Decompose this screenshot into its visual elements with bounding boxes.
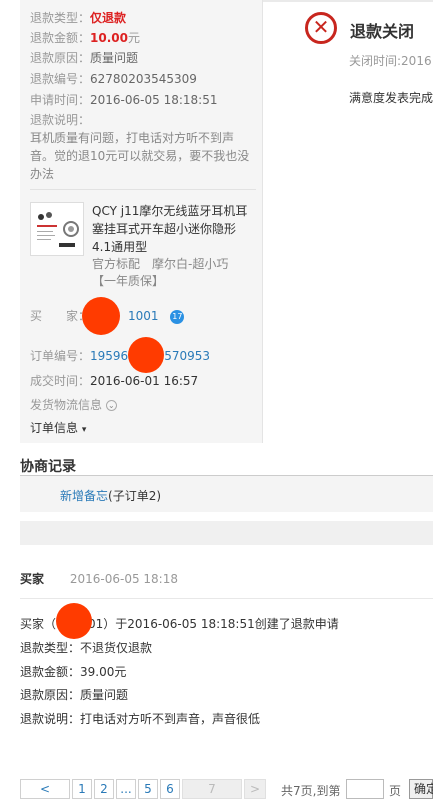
refund-number-value: 62780203545309 bbox=[90, 72, 197, 86]
product-thumbnail[interactable] bbox=[30, 202, 84, 256]
order-info-toggle[interactable]: 订单信息 ▾ bbox=[30, 419, 86, 436]
record-time: 2016-06-05 18:18 bbox=[69, 572, 178, 586]
refund-amount-row: 退款金额：10.00元 bbox=[30, 29, 140, 46]
note-box: 新增备忘(子订单2) bbox=[20, 476, 433, 512]
page-button[interactable]: 1 bbox=[72, 779, 92, 799]
redaction-mark bbox=[82, 297, 120, 335]
note-suffix: (子订单2) bbox=[108, 489, 162, 503]
deal-time-row: 成交时间：2016-06-01 16:57 bbox=[30, 372, 198, 389]
page-ellipsis: ... bbox=[116, 779, 136, 799]
refund-type-label: 退款类型： bbox=[30, 11, 91, 25]
chat-icon[interactable]: 17 bbox=[170, 309, 185, 324]
record-author: 买家 bbox=[20, 572, 45, 586]
refund-status-title: 退款关闭 bbox=[350, 22, 415, 41]
record-line: 退款类型：不退货仅退款 bbox=[20, 641, 153, 655]
refund-amount-unit: 元 bbox=[127, 31, 140, 45]
refund-info-panel: 退款类型：仅退款 退款金额：10.00元 退款原因：质量问题 退款编号：6278… bbox=[20, 0, 263, 443]
product-title-link[interactable]: QCY j11摩尔无线蓝牙耳机耳塞挂耳式开车超小迷你隐形4.1通用型 bbox=[92, 202, 252, 256]
refund-reason-row: 退款原因：质量问题 bbox=[30, 49, 138, 66]
total-pages-text: 共7页,到第 bbox=[281, 784, 341, 798]
product-spec: 官方标配 摩尔白-超小巧【一年质保】 bbox=[92, 257, 229, 288]
apply-time-value: 2016-06-05 18:18:51 bbox=[90, 93, 218, 107]
refund-amount-value: 10.00 bbox=[90, 31, 128, 45]
deal-time-value: 2016-06-01 16:57 bbox=[90, 374, 199, 388]
buyer-label: 买 家： bbox=[30, 309, 91, 323]
page-button[interactable]: 5 bbox=[138, 779, 158, 799]
order-number-suffix[interactable]: 570953 bbox=[164, 349, 210, 363]
note-row: 新增备忘(子订单2) bbox=[60, 487, 161, 504]
order-number-label: 订单编号： bbox=[30, 349, 91, 363]
record-header: 买家 2016-06-05 18:18 bbox=[20, 570, 178, 587]
prev-page-button[interactable]: < bbox=[20, 779, 70, 799]
record-line: 退款金额：39.00元 bbox=[20, 665, 127, 679]
satisfaction-text: 满意度发表完成 bbox=[349, 91, 433, 105]
chevron-down-icon: ⌄ bbox=[105, 400, 117, 411]
refund-reason-value: 质量问题 bbox=[90, 51, 139, 65]
deal-time-label: 成交时间： bbox=[30, 374, 91, 388]
page-button[interactable]: 6 bbox=[160, 779, 180, 799]
confirm-page-button[interactable]: 确定 bbox=[409, 779, 433, 799]
buyer-id-link[interactable]: 1001 bbox=[128, 309, 159, 323]
caret-down-icon: ▾ bbox=[81, 425, 87, 435]
order-number-prefix[interactable]: 19596 bbox=[90, 349, 128, 363]
add-note-link[interactable]: 新增备忘 bbox=[60, 489, 108, 503]
section-title: 协商记录 bbox=[20, 459, 76, 475]
refund-type-row: 退款类型：仅退款 bbox=[30, 9, 126, 26]
record-line1-mid: 01）于2016-06-05 18:18:51创建了退款申请 bbox=[88, 617, 339, 631]
refund-number-label: 退款编号： bbox=[30, 72, 91, 86]
logistics-toggle[interactable]: 发货物流信息 ⌄ bbox=[30, 396, 117, 413]
page-number-input[interactable] bbox=[346, 779, 384, 799]
record-line1-prefix: 买家（ bbox=[20, 617, 57, 631]
next-page-button[interactable]: > bbox=[244, 779, 266, 799]
order-info-label: 订单信息 bbox=[30, 421, 79, 435]
redaction-mark bbox=[56, 603, 92, 639]
apply-time-row: 申请时间：2016-06-05 18:18:51 bbox=[30, 91, 217, 108]
apply-time-label: 申请时间： bbox=[30, 93, 91, 107]
page-unit: 页 bbox=[389, 784, 402, 798]
close-status-icon: ✕ bbox=[305, 12, 337, 44]
record-line: 退款说明：打电话对方听不到声音，声音很低 bbox=[20, 712, 261, 726]
order-number-row: 订单编号：19596 570953 bbox=[30, 347, 210, 364]
refund-desc-value: 耳机质量有问题，打电话对方听不到声音。觉的退10元可以就交易，要不我也没办法 bbox=[30, 131, 250, 181]
redaction-mark bbox=[128, 337, 164, 373]
refund-reason-label: 退款原因： bbox=[30, 51, 91, 65]
spacer-bar bbox=[20, 521, 433, 545]
page-button[interactable]: 2 bbox=[94, 779, 114, 799]
refund-type-value: 仅退款 bbox=[90, 11, 127, 25]
divider bbox=[20, 598, 433, 599]
logistics-label: 发货物流信息 bbox=[30, 398, 103, 412]
refund-amount-label: 退款金额： bbox=[30, 31, 91, 45]
divider bbox=[30, 189, 256, 190]
refund-number-row: 退款编号：62780203545309 bbox=[30, 70, 197, 87]
close-time: 关闭时间:2016 bbox=[349, 54, 432, 68]
record-line: 退款原因：质量问题 bbox=[20, 688, 129, 702]
current-page: 7 bbox=[182, 779, 242, 799]
earphone-image-icon bbox=[37, 212, 79, 247]
refund-desc-label: 退款说明： bbox=[30, 113, 91, 127]
